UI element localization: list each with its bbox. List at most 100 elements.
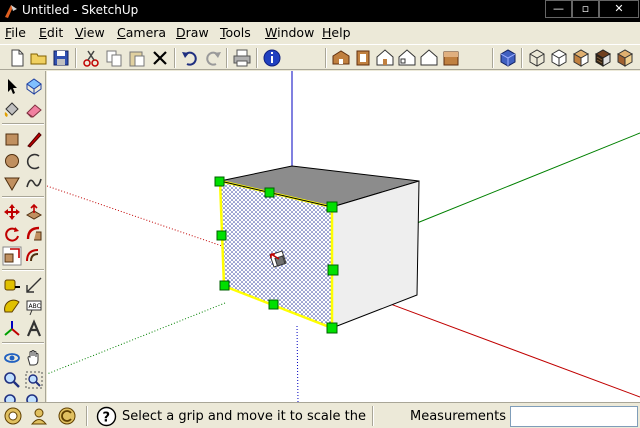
menu-edit[interactable]: Edit	[39, 25, 63, 40]
toolbar-separator	[325, 48, 327, 68]
grip-top-right[interactable]	[326, 201, 338, 213]
zoom-icon[interactable]	[2, 370, 22, 390]
status-hint-text: Select a grip and move it to scale the c	[122, 409, 368, 424]
rectangle-icon[interactable]	[2, 129, 22, 149]
axes-icon[interactable]	[2, 319, 22, 339]
menu-tools[interactable]: Tools	[220, 25, 251, 40]
hidden-line-style-icon[interactable]	[548, 47, 570, 69]
right-view-icon[interactable]	[396, 47, 418, 69]
green-axis-solid	[416, 132, 640, 224]
copy-icon[interactable]	[103, 47, 125, 69]
minimize-button[interactable]: —	[545, 0, 572, 18]
monochrome-style-icon[interactable]	[614, 47, 636, 69]
pan-hand-icon[interactable]	[24, 348, 44, 368]
grip-top-mid[interactable]	[264, 187, 275, 198]
svg-text:?: ?	[103, 411, 111, 426]
paint-bucket-icon[interactable]	[2, 100, 22, 120]
dimension-icon[interactable]	[24, 275, 44, 295]
back-view-icon[interactable]	[418, 47, 440, 69]
menu-view[interactable]: View	[75, 25, 105, 40]
follow-me-icon[interactable]	[24, 224, 44, 244]
grip-bottom-mid[interactable]	[268, 299, 279, 310]
toolbar-separator	[174, 48, 176, 68]
green-axis-dotted	[47, 302, 226, 375]
palette-separator	[2, 269, 44, 271]
rotate-icon[interactable]	[2, 224, 22, 244]
grip-bottom-left[interactable]	[219, 280, 230, 291]
geo-location-icon[interactable]	[3, 406, 23, 426]
select-arrow-icon[interactable]	[2, 76, 22, 96]
grip-bottom-right[interactable]	[326, 322, 338, 334]
circle-icon[interactable]	[2, 151, 22, 171]
pencil-line-icon[interactable]	[24, 129, 44, 149]
protractor-icon[interactable]	[2, 297, 22, 317]
menu-draw[interactable]: Draw	[176, 25, 209, 40]
menu-window[interactable]: Window	[265, 25, 314, 40]
3d-viewport[interactable]	[47, 71, 640, 402]
status-separator	[86, 406, 88, 426]
menu-help[interactable]: Help	[322, 25, 351, 40]
freehand-icon[interactable]	[24, 173, 44, 193]
3d-text-icon[interactable]	[24, 319, 44, 339]
palette-separator	[2, 342, 44, 344]
shaded-style-icon[interactable]	[570, 47, 592, 69]
paste-icon[interactable]	[126, 47, 148, 69]
left-view-icon[interactable]	[440, 47, 462, 69]
blue-axis-dotted	[296, 325, 299, 402]
red-axis-solid	[376, 298, 640, 398]
main-toolbar	[0, 44, 640, 70]
toolbar-separator	[75, 48, 77, 68]
move-icon[interactable]	[2, 202, 22, 222]
erase-x-icon[interactable]	[149, 47, 171, 69]
grip-mid-left[interactable]	[216, 230, 227, 241]
model-info-icon[interactable]	[261, 47, 283, 69]
orbit-icon[interactable]	[2, 348, 22, 368]
toolbar-separator	[256, 48, 258, 68]
front-view-icon[interactable]	[374, 47, 396, 69]
iso-view-icon[interactable]	[330, 47, 352, 69]
sketchup-app-icon	[5, 5, 17, 18]
zoom-window-icon[interactable]	[24, 370, 44, 390]
maximize-button[interactable]: ▫	[572, 0, 599, 18]
measurements-label: Measurements	[410, 409, 507, 424]
redo-icon[interactable]	[202, 47, 224, 69]
model-scene[interactable]	[47, 71, 640, 402]
grip-top-left[interactable]	[214, 176, 225, 187]
user-account-icon[interactable]	[57, 406, 77, 426]
toolbar-separator	[521, 48, 523, 68]
toolbar-separator	[492, 48, 494, 68]
make-component-icon[interactable]	[24, 76, 44, 96]
offset-icon[interactable]	[24, 246, 44, 266]
new-file-icon[interactable]	[6, 47, 28, 69]
xray-style-icon[interactable]	[497, 47, 519, 69]
eraser-icon[interactable]	[24, 100, 44, 120]
menu-file[interactable]: File	[5, 25, 26, 40]
svg-text:ABC: ABC	[29, 303, 41, 310]
status-bar: ? Select a grip and move it to scale the…	[0, 402, 640, 428]
top-view-icon[interactable]	[352, 47, 374, 69]
toolbar-separator	[226, 48, 228, 68]
menu-camera[interactable]: Camera	[117, 25, 166, 40]
grip-mid-right[interactable]	[327, 264, 339, 276]
credits-icon[interactable]	[29, 406, 49, 426]
wireframe-style-icon[interactable]	[526, 47, 548, 69]
text-label-icon[interactable]: ABC	[24, 297, 44, 317]
measurements-input[interactable]	[510, 406, 638, 427]
close-button[interactable]: ✕	[599, 0, 639, 18]
print-icon[interactable]	[231, 47, 253, 69]
open-folder-icon[interactable]	[28, 47, 50, 69]
status-separator	[372, 406, 374, 426]
tape-measure-icon[interactable]	[2, 275, 22, 295]
help-question-icon[interactable]: ?	[96, 406, 117, 427]
cube-right-face[interactable]	[331, 180, 420, 329]
arc-icon[interactable]	[24, 151, 44, 171]
title-bar: Untitled - SketchUp — ▫ ✕	[0, 0, 640, 22]
shaded-textures-style-icon[interactable]	[592, 47, 614, 69]
undo-icon[interactable]	[179, 47, 201, 69]
cut-icon[interactable]	[80, 47, 102, 69]
scale-tool-icon[interactable]	[2, 246, 22, 266]
menu-bar: File Edit View Camera Draw Tools Window …	[0, 22, 640, 44]
push-pull-icon[interactable]	[24, 202, 44, 222]
polygon-icon[interactable]	[2, 173, 22, 193]
save-icon[interactable]	[50, 47, 72, 69]
